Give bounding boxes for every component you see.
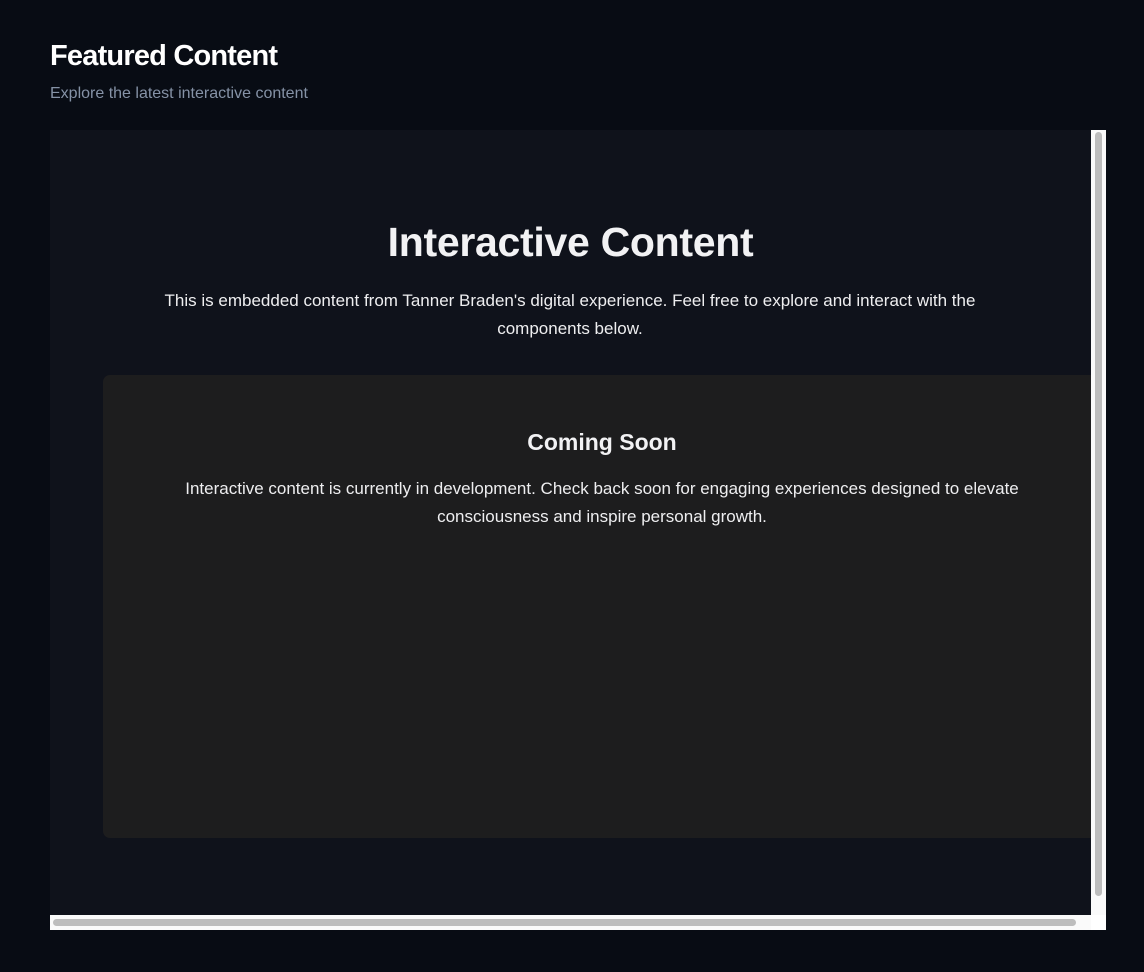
- vertical-scrollbar[interactable]: [1091, 130, 1106, 915]
- horizontal-scrollbar-thumb[interactable]: [53, 919, 1076, 926]
- card-text: Interactive content is currently in deve…: [185, 479, 1019, 526]
- embed-title: Interactive Content: [387, 219, 754, 265]
- section-subtitle: Explore the latest interactive content: [50, 85, 308, 102]
- vertical-scrollbar-thumb[interactable]: [1095, 132, 1102, 896]
- section-title: Featured Content: [50, 40, 278, 72]
- embed-description: This is embedded content from Tanner Bra…: [164, 291, 976, 338]
- coming-soon-card: Coming Soon Interactive content is curre…: [103, 375, 1091, 838]
- page: Featured Content Explore the latest inte…: [0, 0, 1144, 972]
- card-title: Coming Soon: [527, 429, 677, 455]
- scrollbar-corner: [1091, 915, 1106, 930]
- horizontal-scrollbar[interactable]: [50, 915, 1106, 930]
- embed-viewport[interactable]: Interactive Content This is embedded con…: [50, 130, 1091, 915]
- embedded-content-frame[interactable]: Interactive Content This is embedded con…: [50, 130, 1106, 930]
